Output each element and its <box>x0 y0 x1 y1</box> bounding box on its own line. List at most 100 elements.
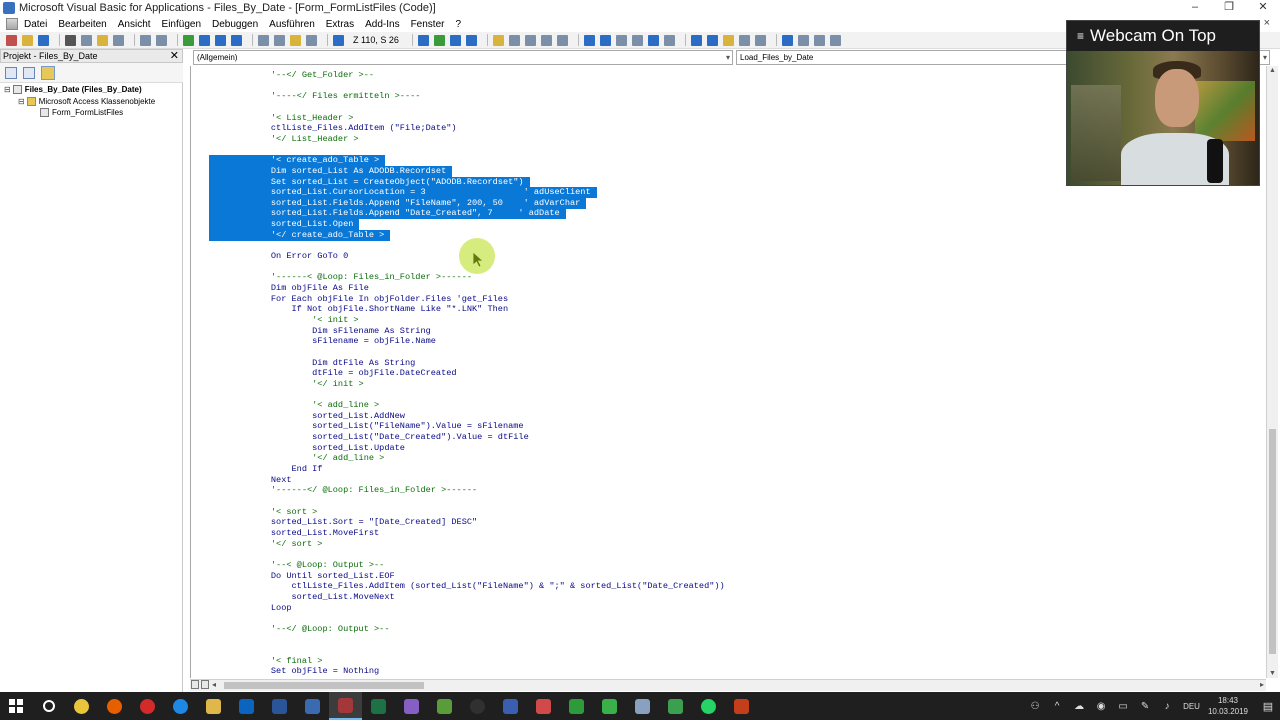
uncomment-block-icon[interactable] <box>754 34 766 46</box>
object-combo[interactable]: (Allgemein) ▾ <box>193 50 733 65</box>
menu-einfuegen[interactable]: Einfügen <box>162 19 201 30</box>
comment-block-icon[interactable] <box>738 34 750 46</box>
taskbar-app-green[interactable] <box>428 692 461 720</box>
code-comment-line[interactable]: '------</ @Loop: Files_in_Folder >------ <box>209 485 477 496</box>
taskbar-app-green2[interactable] <box>560 692 593 720</box>
code-line[interactable]: sorted_List.Fields.Append "FileName", 20… <box>209 197 587 209</box>
taskbar-search[interactable] <box>32 692 65 720</box>
code-line[interactable]: If Not objFile.ShortName Like "*.LNK" Th… <box>209 304 509 315</box>
scroll-left-icon[interactable]: ◂ <box>212 680 216 689</box>
code-line[interactable]: Dim objFile As File <box>209 283 369 294</box>
code-line[interactable]: Dim dtFile As String <box>209 358 415 369</box>
scroll-right-icon[interactable]: ▸ <box>1260 680 1264 689</box>
toggle-bookmark-icon[interactable] <box>722 34 734 46</box>
break-icon[interactable] <box>199 34 210 46</box>
code-line[interactable]: ctlListe_Files.AddItem ("File;Date") <box>209 123 457 134</box>
edit-toolbar-icon[interactable] <box>417 34 429 46</box>
code-comment-line[interactable]: '--</ @Loop: Output >-- <box>209 624 390 635</box>
taskbar-opera[interactable] <box>131 692 164 720</box>
code-comment-line[interactable]: '</ init > <box>209 379 364 390</box>
code-comment-line[interactable]: '</ sort > <box>209 539 323 550</box>
code-line[interactable]: On Error GoTo 0 <box>209 251 348 262</box>
run-icon-2[interactable] <box>433 34 445 46</box>
volume-icon[interactable]: ♪ <box>1159 701 1175 712</box>
taskbar-word[interactable] <box>263 692 296 720</box>
copy-icon[interactable] <box>81 34 92 46</box>
show-hidden-icons[interactable]: ^ <box>1049 701 1065 712</box>
code-comment-line[interactable]: '< List_Header > <box>209 113 354 124</box>
taskbar-chrome[interactable] <box>65 692 98 720</box>
tree-form-node[interactable]: Form_FormListFiles <box>40 108 123 117</box>
code-line[interactable]: sorted_List.Open <box>209 219 360 231</box>
collapse-icon[interactable]: ⊟ <box>4 85 11 94</box>
code-line[interactable]: Dim sorted_List As ADODB.Recordset <box>209 165 453 177</box>
code-comment-line[interactable]: '</ List_Header > <box>209 134 359 145</box>
tree-project-node[interactable]: ⊟ Files_By_Date (Files_By_Date) <box>4 85 142 94</box>
project-explorer-icon[interactable] <box>258 34 269 46</box>
save-icon[interactable] <box>38 34 49 46</box>
code-line[interactable]: sorted_List.AddNew <box>209 411 405 422</box>
code-line[interactable]: sorted_List.Update <box>209 443 405 454</box>
immediate-window-icon[interactable] <box>583 34 595 46</box>
step-out-icon[interactable] <box>540 34 552 46</box>
code-comment-line[interactable]: '< sort > <box>209 507 317 518</box>
code-line[interactable]: sorted_List.MoveNext <box>209 592 395 603</box>
close-code-window-button[interactable]: × <box>1264 17 1270 29</box>
taskbar-visual-studio[interactable] <box>395 692 428 720</box>
menu-ausfuehren[interactable]: Ausführen <box>269 19 315 30</box>
object-browser-icon[interactable] <box>290 34 301 46</box>
code-line[interactable]: sorted_List.MoveFirst <box>209 528 379 539</box>
code-line[interactable]: Loop <box>209 603 292 614</box>
design-mode-icon[interactable] <box>231 34 242 46</box>
code-line[interactable]: sFilename = objFile.Name <box>209 336 436 347</box>
procedure-view-icon[interactable] <box>191 680 199 689</box>
taskbar-powerpoint[interactable] <box>725 692 758 720</box>
taskbar-edge[interactable] <box>164 692 197 720</box>
code-comment-line[interactable]: '------< @Loop: Files_in_Folder >------ <box>209 272 472 283</box>
tree-folder-node[interactable]: ⊟ Microsoft Access Klassenobjekte <box>18 97 155 106</box>
code-line[interactable]: Set objFile = Nothing <box>209 666 379 677</box>
step-into-icon[interactable] <box>508 34 520 46</box>
taskbar-outlook[interactable] <box>230 692 263 720</box>
code-comment-line[interactable]: '< add_line > <box>209 400 379 411</box>
taskbar-app-image[interactable] <box>626 692 659 720</box>
network-icon[interactable]: ▭ <box>1115 701 1131 712</box>
taskbar-obs[interactable] <box>461 692 494 720</box>
access-view-icon[interactable] <box>6 34 17 46</box>
taskbar-excel[interactable] <box>362 692 395 720</box>
toggle-folders-icon[interactable] <box>41 65 55 80</box>
quick-watch-icon[interactable] <box>615 34 627 46</box>
toggle-breakpoint-icon[interactable] <box>492 34 504 46</box>
taskbar-explorer[interactable] <box>197 692 230 720</box>
insert-userform-icon[interactable] <box>22 34 33 46</box>
webcam-titlebar[interactable]: ≡ Webcam On Top <box>1067 21 1259 51</box>
menu-extras[interactable]: Extras <box>326 19 354 30</box>
webcam-overlay[interactable]: ≡ Webcam On Top <box>1066 20 1260 186</box>
collapse-icon[interactable]: ⊟ <box>18 97 25 106</box>
code-line[interactable]: '</ create_ado_Table > <box>209 229 391 241</box>
taskbar-app-green3[interactable] <box>593 692 626 720</box>
close-icon[interactable]: ✕ <box>170 50 179 62</box>
list-constants-icon[interactable] <box>663 34 675 46</box>
toolbox-icon[interactable] <box>306 34 317 46</box>
code-line[interactable]: End If <box>209 464 323 475</box>
code-line[interactable]: '< create_ado_Table > <box>209 155 386 167</box>
menu-help[interactable]: ? <box>455 19 461 30</box>
taskbar-app-blue[interactable] <box>494 692 527 720</box>
code-comment-line[interactable]: '----</ Files ermitteln >---- <box>209 91 421 102</box>
maximize-button[interactable]: ❐ <box>1212 0 1246 16</box>
cloud-icon[interactable]: ☁ <box>1071 701 1087 712</box>
minimize-button[interactable]: – <box>1178 0 1212 16</box>
code-line[interactable]: Next <box>209 475 292 486</box>
help-icon[interactable] <box>333 34 344 46</box>
taskbar-firefox[interactable] <box>98 692 131 720</box>
menu-debuggen[interactable]: Debuggen <box>212 19 258 30</box>
next-bookmark-icon[interactable] <box>781 34 793 46</box>
system-menu-icon[interactable] <box>6 18 18 30</box>
redo-icon[interactable] <box>156 34 167 46</box>
code-line[interactable]: Set sorted_List = CreateObject("ADODB.Re… <box>209 176 530 188</box>
taskbar-powershell[interactable] <box>296 692 329 720</box>
undo-icon[interactable] <box>140 34 151 46</box>
toolbar-options-icon[interactable] <box>829 34 841 46</box>
input-language[interactable]: DEU <box>1183 702 1200 711</box>
